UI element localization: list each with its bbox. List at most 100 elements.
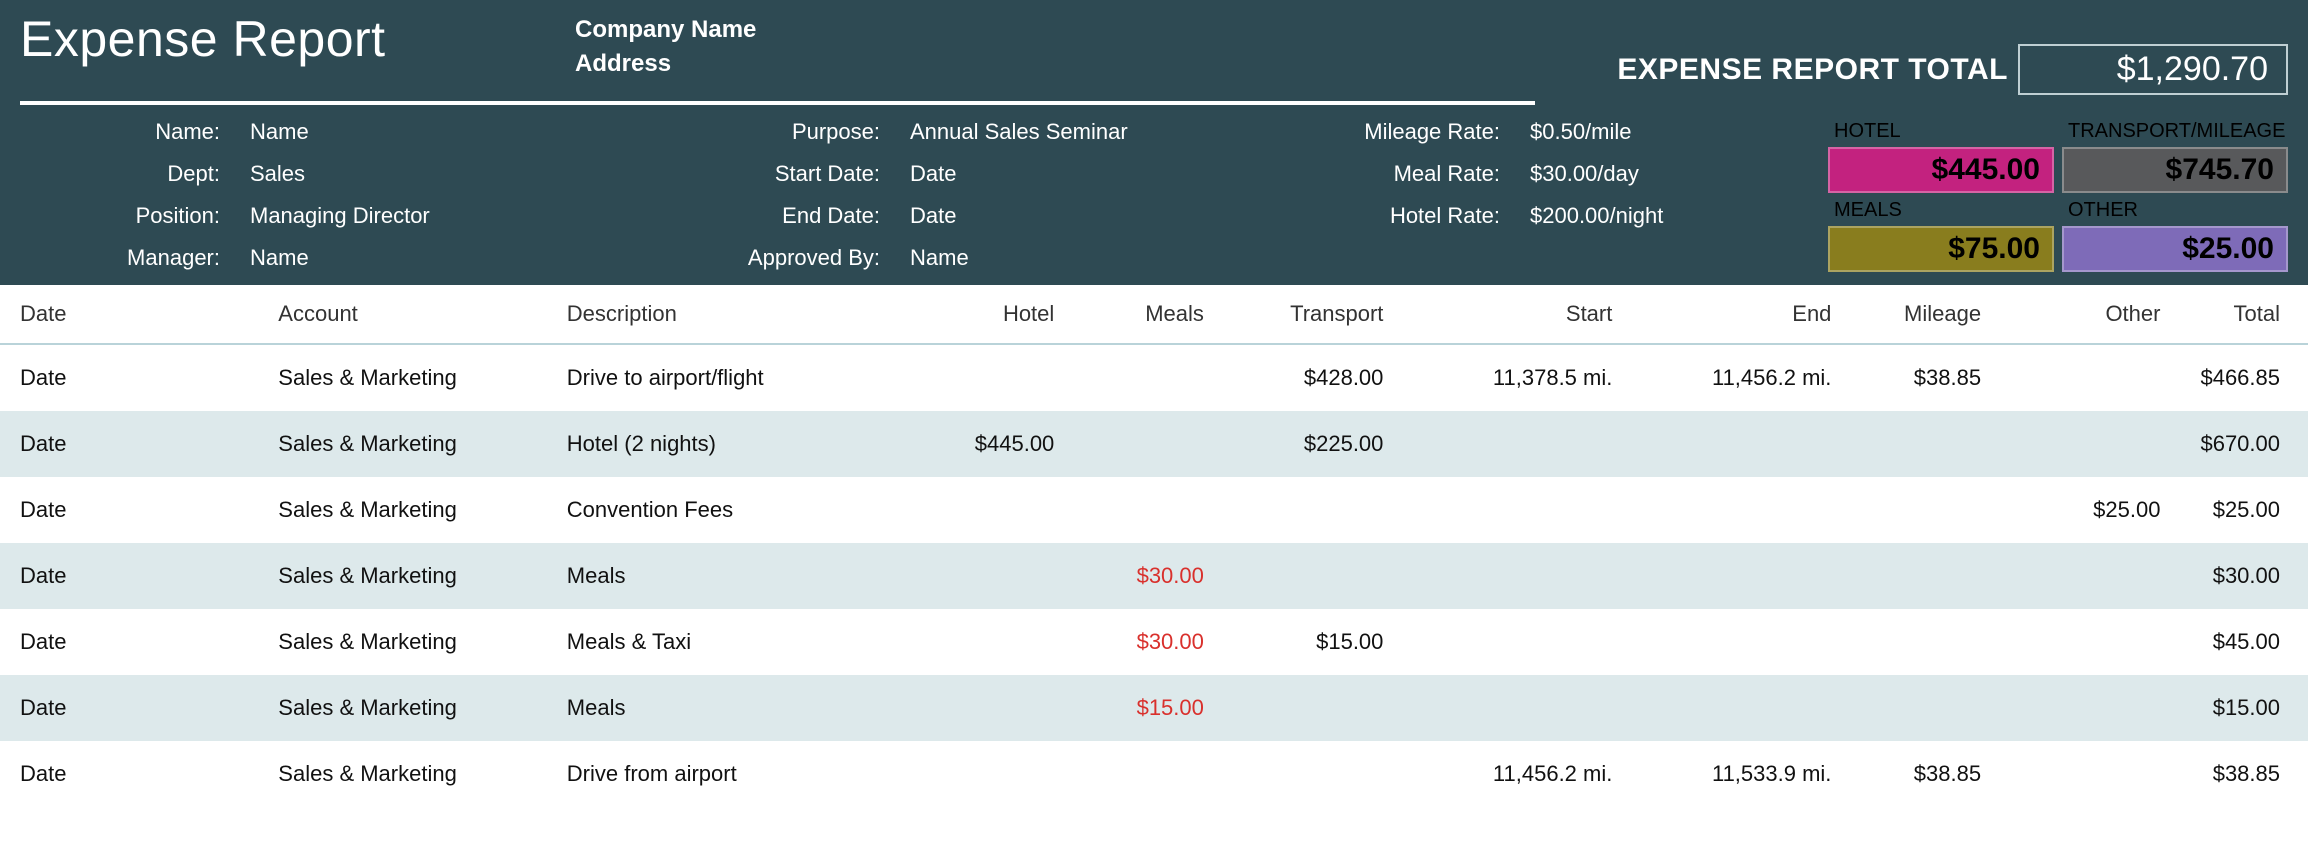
table-row[interactable]: DateSales & MarketingConvention Fees$25.…: [0, 477, 2308, 543]
cell-mileage[interactable]: [1851, 411, 2001, 477]
cell-date[interactable]: Date: [0, 344, 258, 411]
cell-start[interactable]: 11,456.2 mi.: [1403, 741, 1632, 807]
cell-description[interactable]: Meals: [547, 543, 915, 609]
th-total[interactable]: Total: [2180, 285, 2308, 344]
name-value[interactable]: Name: [250, 119, 610, 145]
cell-start[interactable]: [1403, 675, 1632, 741]
cell-description[interactable]: Meals & Taxi: [547, 609, 915, 675]
cell-transport[interactable]: $225.00: [1224, 411, 1404, 477]
cell-hotel[interactable]: [915, 477, 1075, 543]
cell-description[interactable]: Drive to airport/flight: [547, 344, 915, 411]
th-other[interactable]: Other: [2001, 285, 2180, 344]
cell-mileage[interactable]: [1851, 477, 2001, 543]
table-row[interactable]: DateSales & MarketingMeals & Taxi$30.00$…: [0, 609, 2308, 675]
cell-hotel[interactable]: [915, 344, 1075, 411]
cell-total[interactable]: $670.00: [2180, 411, 2308, 477]
cell-total[interactable]: $466.85: [2180, 344, 2308, 411]
cell-mileage[interactable]: [1851, 609, 2001, 675]
table-row[interactable]: DateSales & MarketingMeals$15.00$15.00: [0, 675, 2308, 741]
cell-mileage[interactable]: [1851, 543, 2001, 609]
cell-transport[interactable]: [1224, 543, 1404, 609]
cell-account[interactable]: Sales & Marketing: [258, 543, 547, 609]
cell-meals[interactable]: [1074, 741, 1224, 807]
company-name[interactable]: Company Name: [575, 16, 1617, 44]
cell-end[interactable]: [1632, 609, 1851, 675]
cell-end[interactable]: [1632, 543, 1851, 609]
cell-total[interactable]: $45.00: [2180, 609, 2308, 675]
th-start[interactable]: Start: [1403, 285, 1632, 344]
cell-transport[interactable]: $15.00: [1224, 609, 1404, 675]
cell-account[interactable]: Sales & Marketing: [258, 344, 547, 411]
cell-other[interactable]: [2001, 411, 2180, 477]
th-account[interactable]: Account: [258, 285, 547, 344]
cell-transport[interactable]: [1224, 675, 1404, 741]
cell-total[interactable]: $25.00: [2180, 477, 2308, 543]
cell-total[interactable]: $15.00: [2180, 675, 2308, 741]
cell-account[interactable]: Sales & Marketing: [258, 411, 547, 477]
th-date[interactable]: Date: [0, 285, 258, 344]
cell-account[interactable]: Sales & Marketing: [258, 477, 547, 543]
cell-date[interactable]: Date: [0, 477, 258, 543]
cell-hotel[interactable]: $445.00: [915, 411, 1075, 477]
cell-total[interactable]: $38.85: [2180, 741, 2308, 807]
cell-description[interactable]: Hotel (2 nights): [547, 411, 915, 477]
cell-end[interactable]: 11,533.9 mi.: [1632, 741, 1851, 807]
th-meals[interactable]: Meals: [1074, 285, 1224, 344]
manager-value[interactable]: Name: [250, 245, 610, 271]
cell-other[interactable]: [2001, 344, 2180, 411]
cell-other[interactable]: [2001, 543, 2180, 609]
cell-mileage[interactable]: $38.85: [1851, 344, 2001, 411]
cell-hotel[interactable]: [915, 543, 1075, 609]
cell-end[interactable]: [1632, 477, 1851, 543]
cell-other[interactable]: [2001, 609, 2180, 675]
cell-other[interactable]: $25.00: [2001, 477, 2180, 543]
cell-date[interactable]: Date: [0, 609, 258, 675]
cell-account[interactable]: Sales & Marketing: [258, 741, 547, 807]
cell-start[interactable]: [1403, 477, 1632, 543]
table-row[interactable]: DateSales & MarketingMeals $30.00 $30.00: [0, 543, 2308, 609]
dept-value[interactable]: Sales: [250, 161, 610, 187]
th-end[interactable]: End: [1632, 285, 1851, 344]
cell-mileage[interactable]: $38.85: [1851, 741, 2001, 807]
cell-other[interactable]: [2001, 675, 2180, 741]
cell-transport[interactable]: $428.00: [1224, 344, 1404, 411]
hotel-rate-value[interactable]: $200.00/night: [1530, 203, 1780, 229]
cell-description[interactable]: Meals: [547, 675, 915, 741]
cell-start[interactable]: [1403, 609, 1632, 675]
table-row[interactable]: DateSales & MarketingDrive to airport/fl…: [0, 344, 2308, 411]
cell-date[interactable]: Date: [0, 543, 258, 609]
cell-transport[interactable]: [1224, 741, 1404, 807]
cell-account[interactable]: Sales & Marketing: [258, 609, 547, 675]
cell-hotel[interactable]: [915, 609, 1075, 675]
table-row[interactable]: DateSales & MarketingDrive from airport 1…: [0, 741, 2308, 807]
mileage-rate-value[interactable]: $0.50/mile: [1530, 119, 1780, 145]
cell-meals[interactable]: $15.00: [1074, 675, 1224, 741]
cell-start[interactable]: 11,378.5 mi.: [1403, 344, 1632, 411]
cell-meals[interactable]: [1074, 411, 1224, 477]
cell-start[interactable]: [1403, 411, 1632, 477]
cell-meals[interactable]: [1074, 477, 1224, 543]
end-date-value[interactable]: Date: [910, 203, 1270, 229]
cell-end[interactable]: [1632, 675, 1851, 741]
start-date-value[interactable]: Date: [910, 161, 1270, 187]
cell-hotel[interactable]: [915, 741, 1075, 807]
cell-description[interactable]: Drive from airport: [547, 741, 915, 807]
cell-end[interactable]: [1632, 411, 1851, 477]
cell-total[interactable]: $30.00: [2180, 543, 2308, 609]
cell-hotel[interactable]: [915, 675, 1075, 741]
cell-meals[interactable]: $30.00: [1074, 543, 1224, 609]
cell-end[interactable]: 11,456.2 mi.: [1632, 344, 1851, 411]
cell-other[interactable]: [2001, 741, 2180, 807]
th-transport[interactable]: Transport: [1224, 285, 1404, 344]
meal-rate-value[interactable]: $30.00/day: [1530, 161, 1780, 187]
table-row[interactable]: DateSales & MarketingHotel (2 nights)$44…: [0, 411, 2308, 477]
th-hotel[interactable]: Hotel: [915, 285, 1075, 344]
cell-date[interactable]: Date: [0, 675, 258, 741]
position-value[interactable]: Managing Director: [250, 203, 610, 229]
th-description[interactable]: Description: [547, 285, 915, 344]
cell-meals[interactable]: $30.00: [1074, 609, 1224, 675]
cell-transport[interactable]: [1224, 477, 1404, 543]
cell-date[interactable]: Date: [0, 411, 258, 477]
cell-meals[interactable]: [1074, 344, 1224, 411]
cell-date[interactable]: Date: [0, 741, 258, 807]
